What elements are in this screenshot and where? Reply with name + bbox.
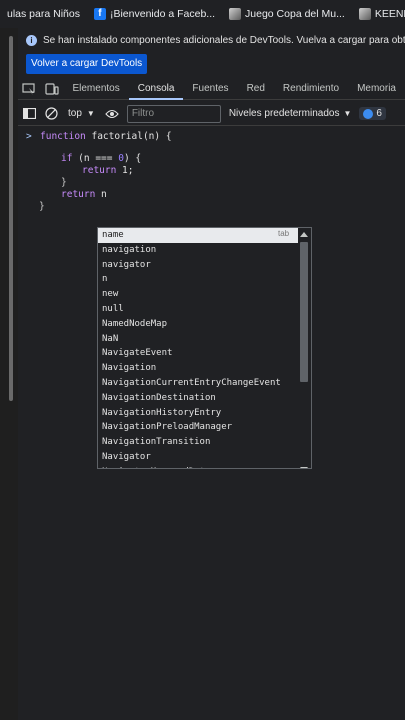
autocomplete-item[interactable]: name [98, 228, 298, 243]
autocomplete-item[interactable]: NavigationDestination [98, 391, 298, 406]
bookmarks-bar: ulas para Niños f ¡Bienvenido a Faceb...… [0, 0, 405, 28]
code-keyword: function [40, 131, 86, 142]
bookmark-item[interactable]: ulas para Niños [0, 8, 87, 20]
autocomplete-item[interactable]: NavigationPreloadManager [98, 420, 298, 435]
bookmark-item[interactable]: Juego Copa del Mu... [222, 8, 352, 20]
game-icon [229, 8, 242, 20]
tab-memoria[interactable]: Memoria [348, 78, 405, 100]
autocomplete-item[interactable]: Navigation [98, 361, 298, 376]
facebook-icon: f [93, 8, 106, 20]
issues-icon [363, 108, 374, 119]
scroll-down-icon[interactable] [300, 467, 308, 468]
devtools-tabbar: Elementos Consola Fuentes Red Rendimient… [18, 78, 405, 100]
scroll-up-icon[interactable] [300, 232, 308, 237]
code-keyword: return [61, 189, 96, 200]
autocomplete-item[interactable]: NavigationHistoryEntry [98, 406, 298, 421]
autocomplete-item[interactable]: NavigatorManagedData [98, 465, 298, 468]
autocomplete-item[interactable]: n [98, 272, 298, 287]
infobar: i Se han instalado componentes adicional… [18, 28, 405, 52]
code-keyword: return [82, 165, 117, 176]
infobar-message: Se han instalado componentes adicionales… [43, 34, 405, 46]
autocomplete-item[interactable]: new [98, 287, 298, 302]
code-keyword: if [61, 153, 73, 164]
console-toolbar: top ▼ Filtro Niveles predeterminados ▼ 6 [18, 102, 405, 126]
filter-input[interactable]: Filtro [126, 104, 221, 123]
autocomplete-item[interactable]: NavigateEvent [98, 346, 298, 361]
tab-rendimiento[interactable]: Rendimiento [274, 78, 348, 100]
code-line: return n [61, 189, 107, 200]
code-text: (n === [72, 153, 119, 164]
code-text: n [95, 189, 107, 200]
autocomplete-item[interactable]: NavigationTransition [98, 435, 298, 450]
code-text: 1; [116, 165, 134, 176]
code-line: if (n === 0) { [61, 153, 141, 164]
autocomplete-popup[interactable]: name navigation navigator n new null NamedNode… [97, 227, 312, 469]
clear-console-icon[interactable] [40, 103, 62, 125]
autocomplete-item[interactable]: Navigator [98, 450, 298, 465]
prompt-chevron-icon: > [26, 131, 32, 142]
issues-badge[interactable]: 6 [359, 107, 386, 120]
eye-icon[interactable] [101, 103, 123, 125]
dropdown-arrow-icon: ▼ [343, 109, 352, 118]
autocomplete-item[interactable]: navigator [98, 258, 298, 273]
autocomplete-item[interactable]: navigation [98, 243, 298, 258]
bookmark-item[interactable]: KEENNETH - ( [352, 8, 405, 20]
autocomplete-item[interactable]: NavigationCurrentEntryChangeEvent [98, 376, 298, 391]
code-text: factorial(n) { [85, 131, 172, 142]
bookmark-label: KEENNETH - ( [374, 8, 405, 20]
autocomplete-item[interactable]: NaN [98, 332, 298, 347]
device-toolbar-icon[interactable] [41, 78, 64, 100]
log-levels-label: Niveles predeterminados [228, 108, 340, 119]
bookmark-label: ulas para Niños [7, 8, 80, 20]
info-icon: i [26, 34, 37, 46]
dropdown-arrow-icon: ▼ [86, 109, 95, 118]
tab-fuentes[interactable]: Fuentes [183, 78, 237, 100]
sidebar-toggle-icon[interactable] [18, 103, 40, 125]
code-line: return 1; [82, 165, 134, 176]
reload-devtools-button[interactable]: Volver a cargar DevTools [26, 54, 148, 74]
bookmark-label: Juego Copa del Mu... [245, 8, 345, 20]
code-line: function factorial(n) { [40, 131, 172, 142]
autocomplete-item[interactable]: NamedNodeMap [98, 317, 298, 332]
issues-count: 6 [376, 108, 382, 119]
tab-red[interactable]: Red [238, 78, 274, 100]
context-selector[interactable]: top ▼ [62, 108, 101, 119]
tab-hint: tab [278, 229, 290, 238]
autocomplete-scrollbar[interactable] [299, 232, 309, 468]
code-line: } [39, 201, 45, 212]
code-line: } [61, 177, 67, 188]
scrollbar-thumb[interactable] [300, 242, 308, 382]
context-label: top [68, 108, 82, 119]
log-levels-dropdown[interactable]: Niveles predeterminados ▼ [229, 108, 352, 119]
code-text: ) { [123, 153, 142, 164]
devtools-panel: i Se han instalado componentes adicional… [18, 28, 405, 720]
bookmark-label: ¡Bienvenido a Faceb... [109, 8, 216, 20]
inspect-element-icon[interactable] [18, 78, 41, 100]
game-icon [358, 8, 371, 20]
autocomplete-item[interactable]: null [98, 302, 298, 317]
scrollbar[interactable] [9, 36, 13, 401]
tab-consola[interactable]: Consola [128, 78, 184, 100]
bookmark-item[interactable]: f ¡Bienvenido a Faceb... [87, 8, 222, 20]
tab-elementos[interactable]: Elementos [63, 78, 128, 100]
